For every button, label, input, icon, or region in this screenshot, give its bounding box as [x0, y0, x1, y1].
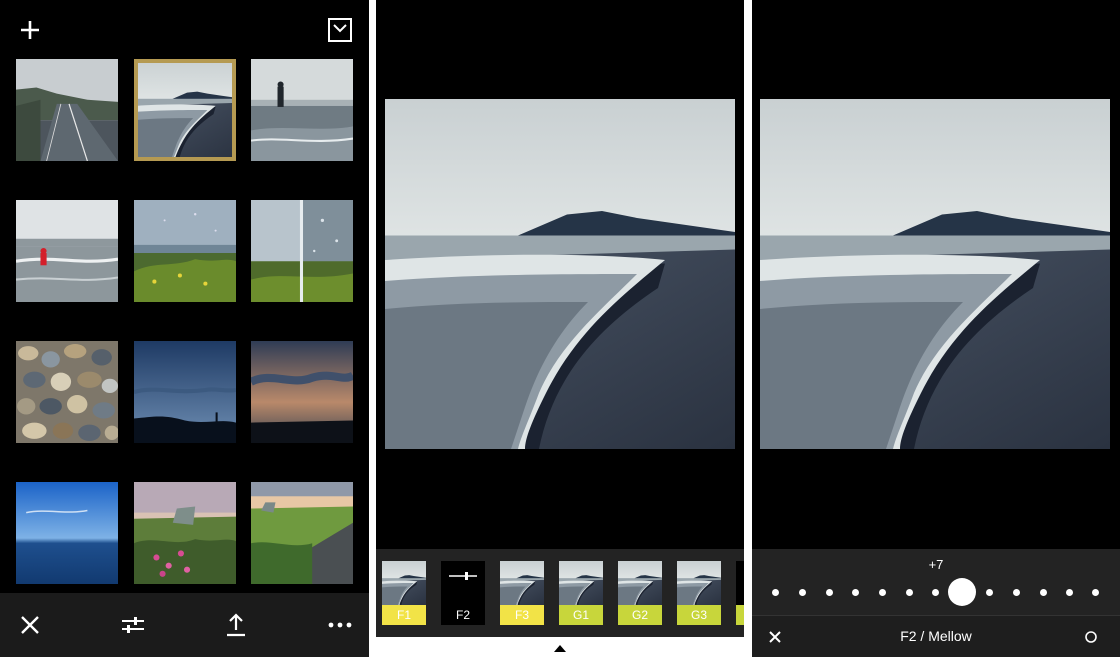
preset-name: F2 / Mellow — [900, 628, 972, 644]
preset-tile[interactable] — [736, 561, 744, 625]
slider-dot[interactable] — [1040, 589, 1047, 596]
slider-dot[interactable] — [1013, 589, 1020, 596]
thumbnail-road[interactable] — [16, 59, 118, 161]
adjust-photo — [760, 99, 1110, 449]
thumbnail-blue-sea[interactable] — [16, 482, 118, 584]
adjust-toolbar: F2 / Mellow — [752, 615, 1120, 657]
editor-panel: F1 F2 F3 G1 G2 G3 — [376, 0, 744, 657]
adjust-panel: +7 F2 / Mellow — [752, 0, 1120, 657]
thumbnail-rainy-field[interactable] — [134, 200, 236, 302]
shop-bag-icon[interactable] — [327, 17, 353, 43]
preset-tile[interactable]: F1 — [382, 561, 426, 625]
close-icon[interactable] — [17, 612, 43, 638]
preset-tile[interactable]: F3 — [500, 561, 544, 625]
confirm-icon[interactable] — [1084, 630, 1098, 649]
more-icon[interactable] — [327, 612, 353, 638]
preset-tile[interactable]: G2 — [618, 561, 662, 625]
thumbnail-pebbles[interactable] — [16, 341, 118, 443]
preset-tile-active[interactable]: F2 — [441, 561, 485, 625]
thumbnail-flowers-boat[interactable] — [134, 482, 236, 584]
adjust-slider-icon — [449, 572, 477, 580]
slider-dot[interactable] — [1092, 589, 1099, 596]
plus-icon[interactable] — [18, 18, 42, 42]
editor-bottom-strip — [376, 637, 744, 657]
preset-tile[interactable]: G3 — [677, 561, 721, 625]
library-panel — [0, 0, 369, 657]
preset-label: F2 — [441, 605, 485, 625]
caret-up-icon[interactable] — [376, 637, 744, 657]
slider-knob[interactable] — [948, 578, 976, 606]
thumbnail-boat-field[interactable] — [251, 482, 353, 584]
preset-label: F1 — [382, 605, 426, 625]
adjust-icon[interactable] — [120, 612, 146, 638]
slider-dot[interactable] — [932, 589, 939, 596]
thumbnail-beach-selected[interactable] — [134, 59, 236, 161]
editor-photo — [385, 99, 735, 449]
slider-value: +7 — [928, 557, 944, 572]
preset-strip: F1 F2 F3 G1 G2 G3 — [376, 549, 744, 637]
strength-slider[interactable]: +7 — [752, 549, 1120, 615]
slider-dot[interactable] — [906, 589, 913, 596]
thumbnail-child-on-beach[interactable] — [16, 200, 118, 302]
thumbnail-dusk-sky[interactable] — [134, 341, 236, 443]
preset-label: G1 — [559, 605, 603, 625]
preset-label: G2 — [618, 605, 662, 625]
thumbnail-sunset-clouds[interactable] — [251, 341, 353, 443]
slider-dot[interactable] — [799, 589, 806, 596]
slider-dot[interactable] — [879, 589, 886, 596]
slider-dot[interactable] — [852, 589, 859, 596]
slider-dot[interactable] — [772, 589, 779, 596]
slider-dot[interactable] — [986, 589, 993, 596]
preset-label: G3 — [677, 605, 721, 625]
preset-label: F3 — [500, 605, 544, 625]
slider-dot[interactable] — [1066, 589, 1073, 596]
thumbnail-person-on-beach[interactable] — [251, 59, 353, 161]
slider-dot[interactable] — [826, 589, 833, 596]
share-icon[interactable] — [223, 612, 249, 638]
thumbnail-rain-window[interactable] — [251, 200, 353, 302]
preset-tile[interactable]: G1 — [559, 561, 603, 625]
library-toolbar — [0, 593, 369, 657]
